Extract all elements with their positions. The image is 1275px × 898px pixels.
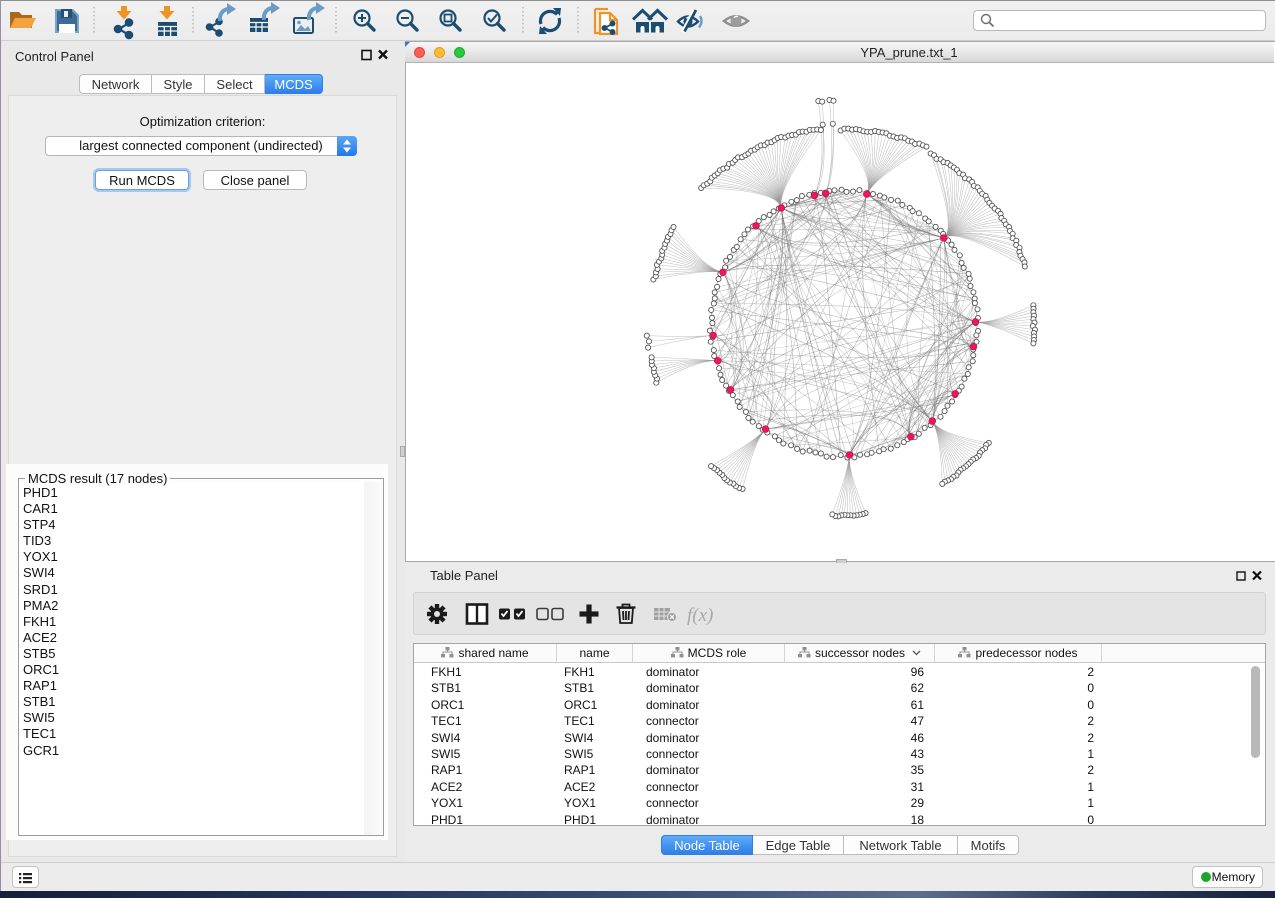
svg-text:f(x): f(x) bbox=[687, 605, 713, 626]
